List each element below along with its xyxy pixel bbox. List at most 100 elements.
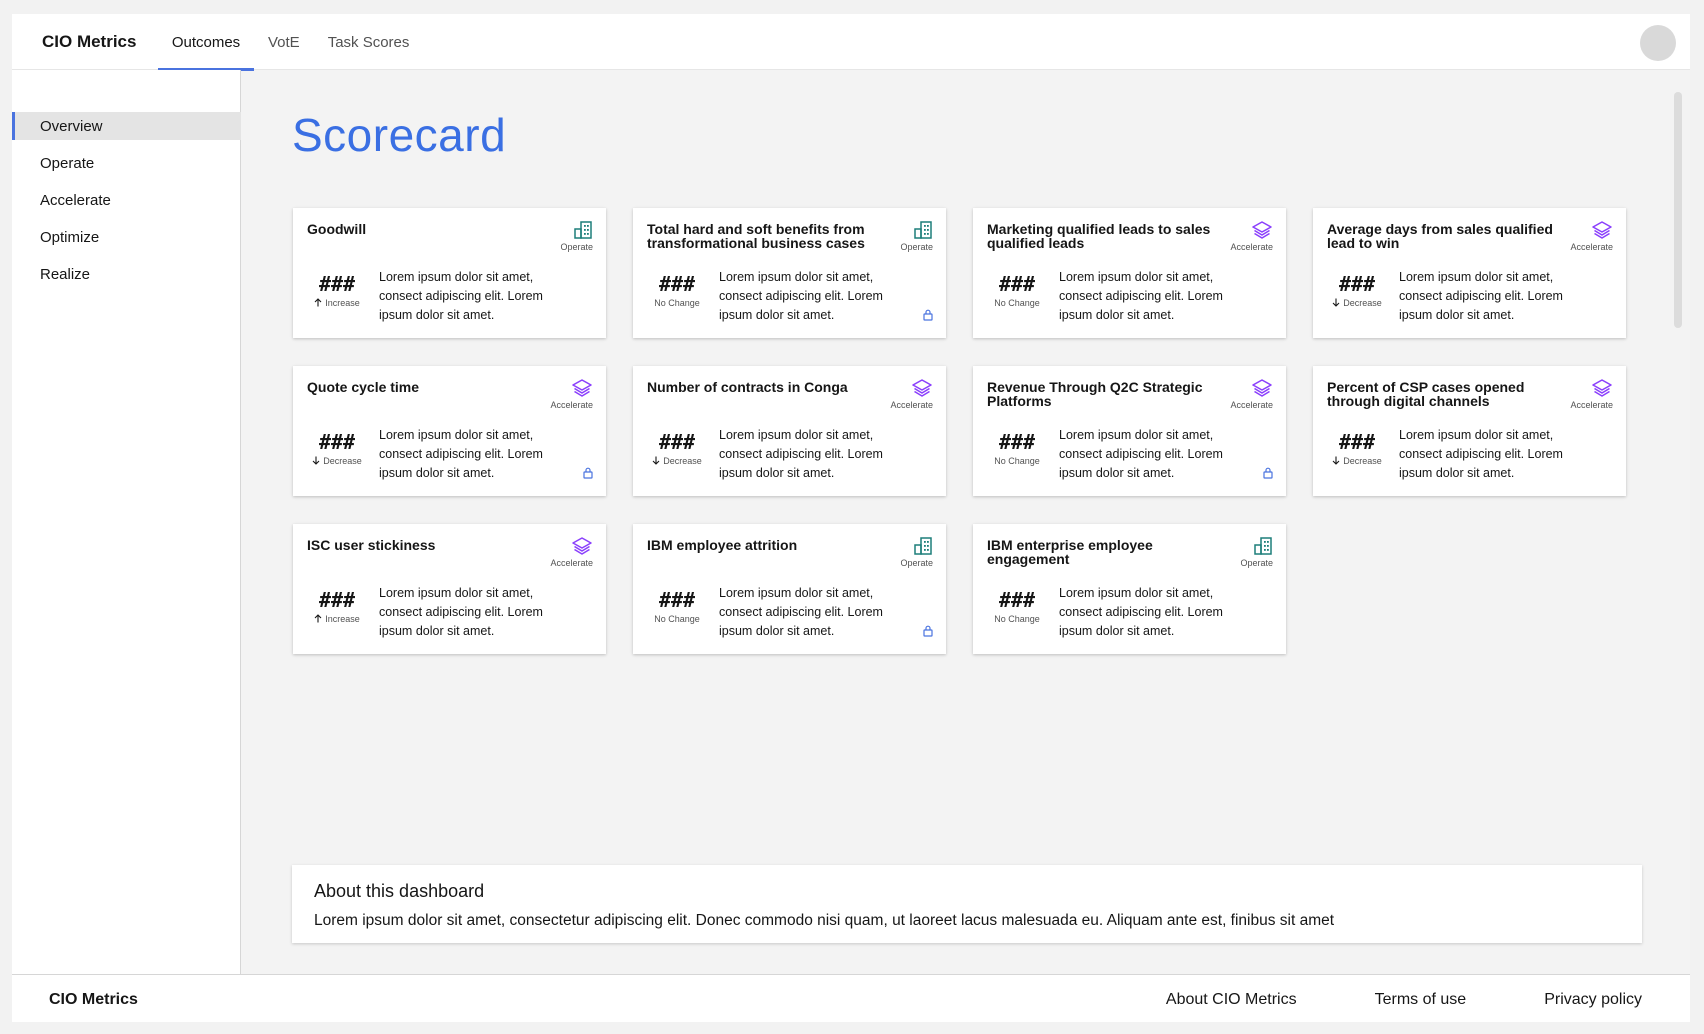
card-trend-label: No Change xyxy=(654,298,700,308)
building-icon xyxy=(863,536,933,556)
lock-icon[interactable] xyxy=(923,308,933,326)
lock-icon[interactable] xyxy=(1263,466,1273,484)
card-category-label: Accelerate xyxy=(550,400,593,410)
card-description: Lorem ipsum dolor sit amet, consect adip… xyxy=(719,428,883,480)
card-description: Lorem ipsum dolor sit amet, consect adip… xyxy=(719,270,883,322)
scorecard-card[interactable]: Number of contracts in Conga Accelerate ##… xyxy=(633,366,946,496)
card-description: Lorem ipsum dolor sit amet, consect adip… xyxy=(1399,428,1563,480)
card-trend: Decrease xyxy=(307,456,367,467)
card-value: ### xyxy=(1338,272,1376,296)
card-description: Lorem ipsum dolor sit amet, consect adip… xyxy=(719,586,883,638)
card-trend: Increase xyxy=(307,614,367,625)
card-value: ### xyxy=(998,588,1036,612)
scorecard-card[interactable]: Revenue Through Q2C Strategic Platforms A… xyxy=(973,366,1286,496)
card-trend-label: Decrease xyxy=(323,456,362,466)
card-description: Lorem ipsum dolor sit amet, consect adip… xyxy=(379,428,543,480)
footer-link-privacy[interactable]: Privacy policy xyxy=(1544,991,1642,1009)
card-trend-label: Increase xyxy=(325,614,360,624)
arrow-down-icon xyxy=(652,456,660,467)
card-trend: Decrease xyxy=(1327,456,1387,467)
card-category: Accelerate xyxy=(1543,378,1613,410)
layers-icon xyxy=(1203,378,1273,398)
card-category-label: Operate xyxy=(560,242,593,252)
card-trend: No Change xyxy=(987,456,1047,466)
card-trend: Decrease xyxy=(1327,298,1387,309)
card-category: Operate xyxy=(863,220,933,252)
footer-link-terms[interactable]: Terms of use xyxy=(1375,991,1467,1009)
app-brand[interactable]: CIO Metrics xyxy=(42,32,136,52)
card-category: Accelerate xyxy=(863,378,933,410)
card-title: Percent of CSP cases opened through digi… xyxy=(1327,379,1525,409)
card-trend-label: Increase xyxy=(325,298,360,308)
scorecard-card[interactable]: Percent of CSP cases opened through digi… xyxy=(1313,366,1626,496)
scorecard-card[interactable]: IBM employee attrition Operate ### No Chang… xyxy=(633,524,946,654)
card-trend-label: No Change xyxy=(994,456,1040,466)
building-icon xyxy=(863,220,933,240)
card-title: IBM enterprise employee engagement xyxy=(987,537,1153,567)
layers-icon xyxy=(1203,220,1273,240)
scorecard-card[interactable]: Marketing qualified leads to sales quali… xyxy=(973,208,1286,338)
tab-vote[interactable]: VotE xyxy=(254,14,314,70)
card-description: Lorem ipsum dolor sit amet, consect adip… xyxy=(1059,428,1223,480)
footer-links: About CIO Metrics Terms of use Privacy p… xyxy=(1088,991,1642,1009)
card-category: Accelerate xyxy=(1543,220,1613,252)
tab-task-scores[interactable]: Task Scores xyxy=(314,14,424,70)
card-title: Total hard and soft benefits from transf… xyxy=(647,221,865,251)
card-value: ### xyxy=(658,272,696,296)
card-category: Operate xyxy=(523,220,593,252)
scorecard-card[interactable]: ISC user stickiness Accelerate ### Increase… xyxy=(293,524,606,654)
card-description: Lorem ipsum dolor sit amet, consect adip… xyxy=(379,586,543,638)
scrollbar[interactable] xyxy=(1674,92,1682,328)
scorecard-card[interactable]: Quote cycle time Accelerate ### Decrease Lor… xyxy=(293,366,606,496)
card-trend-label: No Change xyxy=(654,614,700,624)
card-title: Marketing qualified leads to sales quali… xyxy=(987,221,1211,251)
scorecard-card[interactable]: Total hard and soft benefits from transf… xyxy=(633,208,946,338)
card-value: ### xyxy=(318,430,356,454)
card-category: Accelerate xyxy=(1203,220,1273,252)
card-description: Lorem ipsum dolor sit amet, consect adip… xyxy=(1399,270,1563,322)
card-value: ### xyxy=(998,430,1036,454)
about-text: Lorem ipsum dolor sit amet, consectetur … xyxy=(314,912,1335,929)
sidebar-item-optimize[interactable]: Optimize xyxy=(12,223,241,251)
card-value: ### xyxy=(998,272,1036,296)
card-category-label: Accelerate xyxy=(1230,242,1273,252)
card-category-label: Operate xyxy=(900,558,933,568)
card-title: Goodwill xyxy=(307,221,367,237)
app-frame: CIO Metrics Outcomes VotE Task Scores Ov… xyxy=(12,14,1690,1022)
about-title: About this dashboard xyxy=(314,881,485,901)
scorecard-card[interactable]: Average days from sales qualified lead t… xyxy=(1313,208,1626,338)
card-trend: No Change xyxy=(987,614,1047,624)
layers-icon xyxy=(523,378,593,398)
card-trend-label: Decrease xyxy=(1343,456,1382,466)
lock-icon[interactable] xyxy=(923,624,933,642)
building-icon xyxy=(523,220,593,240)
card-trend-label: No Change xyxy=(994,298,1040,308)
card-category-label: Accelerate xyxy=(890,400,933,410)
footer-brand[interactable]: CIO Metrics xyxy=(49,991,138,1009)
page-title: Scorecard xyxy=(292,109,507,161)
sidebar-item-overview[interactable]: Overview xyxy=(12,112,241,140)
scorecard-card[interactable]: Goodwill Operate ### Increase Lorem ipsum do… xyxy=(293,208,606,338)
footer: CIO Metrics About CIO Metrics Terms of u… xyxy=(12,974,1690,1022)
card-trend: No Change xyxy=(647,614,707,624)
card-category-label: Operate xyxy=(1240,558,1273,568)
main-content: Scorecard Goodwill Operate ### Increase Lore… xyxy=(242,70,1690,974)
card-trend: Increase xyxy=(307,298,367,309)
layers-icon xyxy=(523,536,593,556)
footer-link-about[interactable]: About CIO Metrics xyxy=(1166,991,1297,1009)
building-icon xyxy=(1203,536,1273,556)
tab-outcomes[interactable]: Outcomes xyxy=(158,14,254,71)
sidebar-item-accelerate[interactable]: Accelerate xyxy=(12,186,241,214)
card-title: Average days from sales qualified lead t… xyxy=(1327,221,1553,251)
card-category-label: Accelerate xyxy=(1230,400,1273,410)
layers-icon xyxy=(1543,378,1613,398)
sidebar-item-operate[interactable]: Operate xyxy=(12,149,241,177)
avatar[interactable] xyxy=(1640,25,1676,61)
card-trend: Decrease xyxy=(647,456,707,467)
lock-icon[interactable] xyxy=(583,466,593,484)
scorecard-card[interactable]: IBM enterprise employee engagement Operat… xyxy=(973,524,1286,654)
sidebar-item-realize[interactable]: Realize xyxy=(12,260,241,288)
card-trend-label: Decrease xyxy=(1343,298,1382,308)
sidebar-list: Overview Operate Accelerate Optimize Rea… xyxy=(12,112,241,297)
card-title: ISC user stickiness xyxy=(307,537,436,553)
